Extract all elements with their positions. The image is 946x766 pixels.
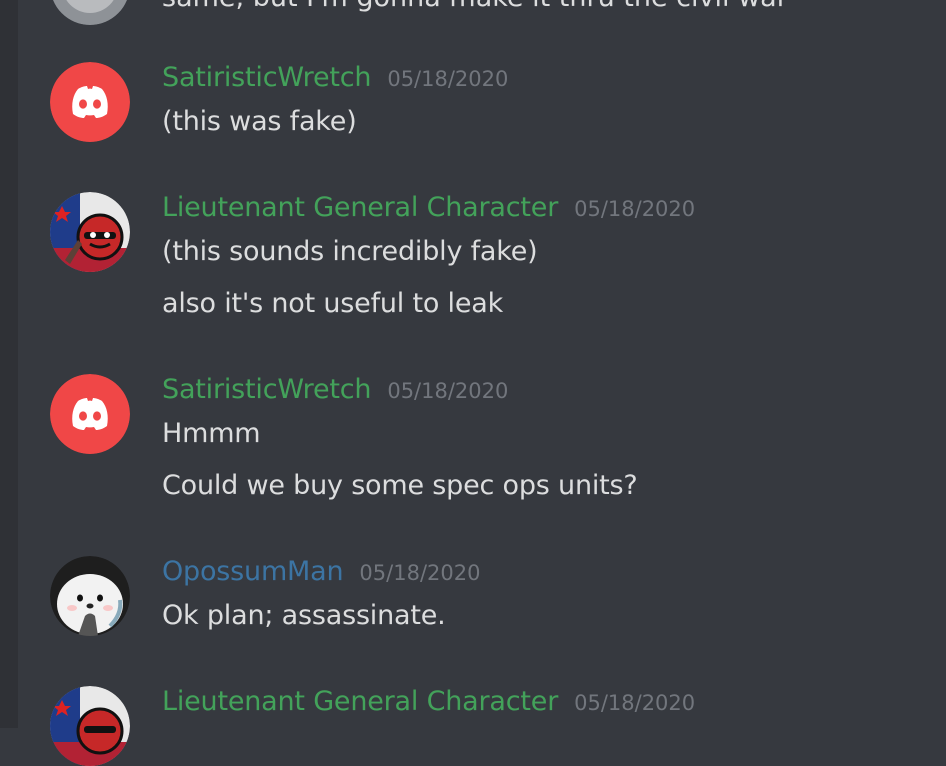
username[interactable]: SatiristicWretch <box>162 374 372 405</box>
seal-character-avatar-icon <box>50 556 130 636</box>
message-text: also it's not useful to leak <box>162 288 504 319</box>
timestamp: 05/18/2020 <box>574 691 696 715</box>
message-feed[interactable]: same, but I'm gonna make it thru the civ… <box>18 0 946 766</box>
flag-character-avatar-icon <box>50 192 130 272</box>
avatar[interactable] <box>50 62 130 142</box>
message-text: same, but I'm gonna make it thru the civ… <box>162 0 788 13</box>
timestamp: 05/18/2020 <box>387 67 509 91</box>
discord-default-red-icon <box>50 374 130 454</box>
avatar[interactable] <box>50 192 130 272</box>
avatar[interactable] <box>50 556 130 636</box>
timestamp: 05/18/2020 <box>574 197 696 221</box>
avatar[interactable] <box>50 686 130 766</box>
left-gutter <box>0 0 18 728</box>
timestamp: 05/18/2020 <box>387 379 509 403</box>
username[interactable]: Lieutenant General Character <box>162 192 558 223</box>
message-text: Ok plan; assassinate. <box>162 600 446 631</box>
username[interactable]: SatiristicWretch <box>162 62 372 93</box>
flag-character-avatar-icon <box>50 686 130 766</box>
username[interactable]: OpossumMan <box>162 556 344 587</box>
message-text: Could we buy some spec ops units? <box>162 470 638 501</box>
discord-default-red-icon <box>50 62 130 142</box>
timestamp: 05/18/2020 <box>359 561 481 585</box>
avatar[interactable] <box>50 0 130 25</box>
partial-avatar-icon <box>52 0 128 25</box>
message-text: (this was fake) <box>162 106 357 137</box>
username[interactable]: Lieutenant General Character <box>162 686 558 717</box>
message-text: (this sounds incredibly fake) <box>162 236 538 267</box>
avatar[interactable] <box>50 374 130 454</box>
message-text: Hmmm <box>162 418 261 449</box>
